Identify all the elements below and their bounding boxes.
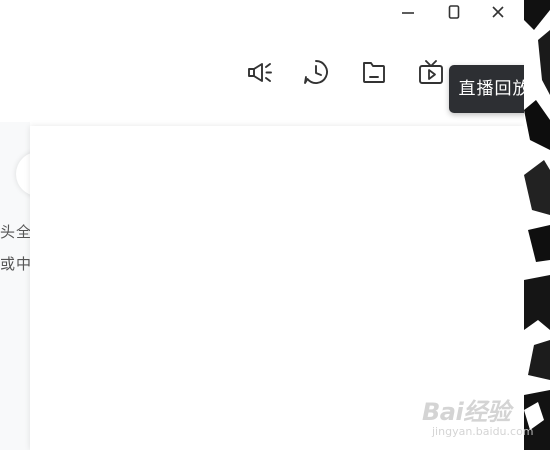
maximize-button[interactable]: [443, 2, 465, 22]
minimize-button[interactable]: [397, 2, 419, 22]
live-replay-button[interactable]: [415, 56, 447, 88]
close-icon: [492, 6, 504, 18]
app-window: 直播回放 头全 或中 Bai经验 jingyan.baidu.com: [0, 0, 550, 450]
background-photo: [524, 0, 550, 450]
left-text-line-2: 或中: [0, 255, 33, 273]
background-photo-strip: [524, 0, 550, 450]
watermark-url: jingyan.baidu.com: [432, 425, 534, 438]
megaphone-icon: [248, 63, 272, 82]
folder-icon: [363, 62, 385, 83]
minimize-icon: [402, 12, 414, 14]
folder-button[interactable]: [358, 56, 390, 88]
close-button[interactable]: [487, 2, 509, 22]
watermark-logo: Bai经验: [422, 398, 511, 426]
tv-play-icon: [419, 60, 443, 84]
history-button[interactable]: [300, 56, 332, 88]
left-text-line-1: 头全: [0, 223, 33, 241]
announcement-button[interactable]: [244, 56, 276, 88]
baidu-jingyan-watermark: Bai经验 jingyan.baidu.com: [422, 392, 542, 444]
maximize-icon: [448, 5, 460, 19]
clock-icon: [304, 60, 328, 84]
